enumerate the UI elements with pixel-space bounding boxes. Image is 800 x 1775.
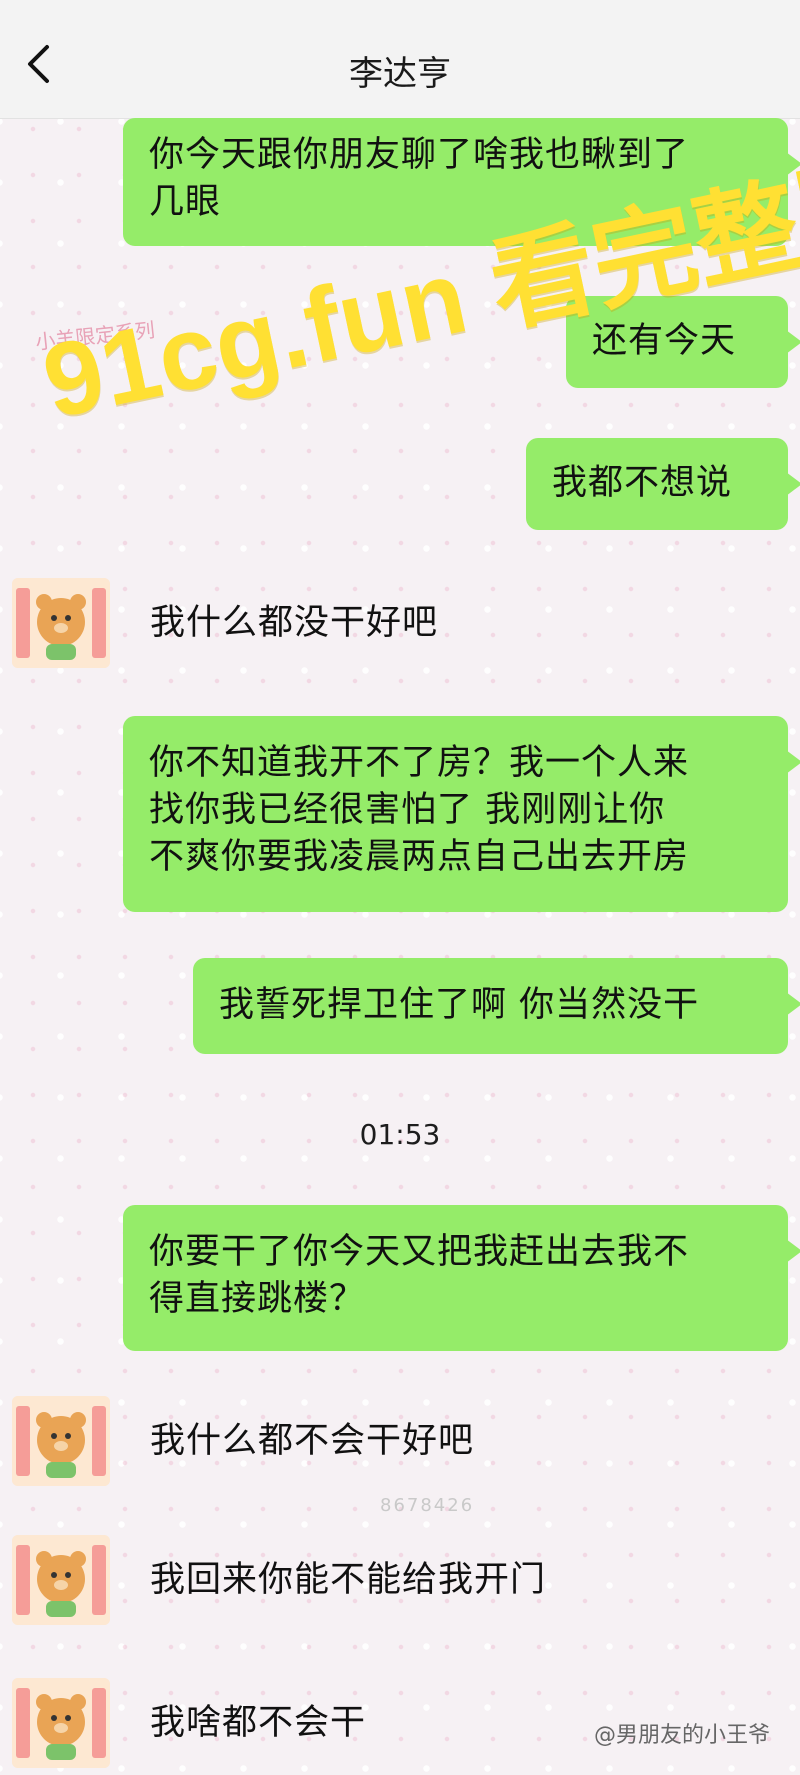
message-bubble-outgoing[interactable]: 我誓死捍卫住了啊 你当然没干	[193, 958, 800, 1054]
avatar[interactable]	[12, 578, 110, 668]
message-bubble-outgoing[interactable]: 还有今天	[566, 296, 800, 388]
bear-sticker-icon	[12, 578, 110, 668]
chat-header: 李达亨	[0, 0, 800, 119]
message-text-line: 不爽你要我凌晨两点自己出去开房	[149, 837, 690, 877]
message-text-line: 你今天跟你朋友聊了啥我也瞅到了	[149, 135, 690, 175]
message-bubble-outgoing[interactable]: 你不知道我开不了房？我一个人来 找你我已经很害怕了 我刚刚让你 不爽你要我凌晨两…	[123, 716, 800, 912]
bear-sticker-icon	[12, 1678, 110, 1768]
bear-sticker-icon	[12, 1396, 110, 1486]
message-incoming[interactable]: 我什么都不会干好吧	[150, 1418, 474, 1465]
background-decoration-text: 小羊限定系列	[34, 317, 157, 355]
chat-timestamp: 01:53	[359, 1118, 441, 1151]
source-credit: @男朋友的小王爷	[593, 1723, 770, 1748]
avatar[interactable]	[12, 1396, 110, 1486]
background-decoration-number: 8678426	[380, 1495, 475, 1516]
chat-title: 李达亨	[349, 54, 451, 94]
message-text-line: 我什么都没干好吧	[150, 603, 439, 643]
message-text-line: 找你我已经很害怕了 我刚刚让你	[149, 790, 666, 830]
bear-sticker-icon	[12, 1535, 110, 1625]
message-bubble-outgoing[interactable]: 你今天跟你朋友聊了啥我也瞅到了 几眼	[123, 118, 800, 246]
message-bubble-outgoing[interactable]: 我都不想说	[526, 438, 800, 530]
message-bubble-outgoing[interactable]: 你要干了你今天又把我赶出去我不 得直接跳楼？	[123, 1205, 800, 1351]
message-text-line: 我什么都不会干好吧	[150, 1421, 475, 1461]
message-text-line: 还有今天	[592, 321, 737, 361]
avatar[interactable]	[12, 1535, 110, 1625]
message-text-line: 得直接跳楼？	[149, 1279, 366, 1319]
message-text-line: 我誓死捍卫住了啊 你当然没干	[219, 985, 700, 1025]
message-text-line: 我都不想说	[552, 463, 733, 503]
message-text-line: 几眼	[149, 182, 222, 222]
message-incoming[interactable]: 我什么都没干好吧	[150, 600, 438, 647]
message-incoming[interactable]: 我回来你能不能给我开门	[150, 1557, 546, 1604]
message-incoming[interactable]: 我啥都不会干	[150, 1700, 366, 1747]
avatar[interactable]	[12, 1678, 110, 1768]
message-text-line: 你要干了你今天又把我赶出去我不	[149, 1232, 690, 1272]
message-text-line: 我回来你能不能给我开门	[150, 1560, 547, 1600]
message-text-line: 你不知道我开不了房？我一个人来	[149, 743, 690, 783]
message-text-line: 我啥都不会干	[150, 1703, 367, 1743]
